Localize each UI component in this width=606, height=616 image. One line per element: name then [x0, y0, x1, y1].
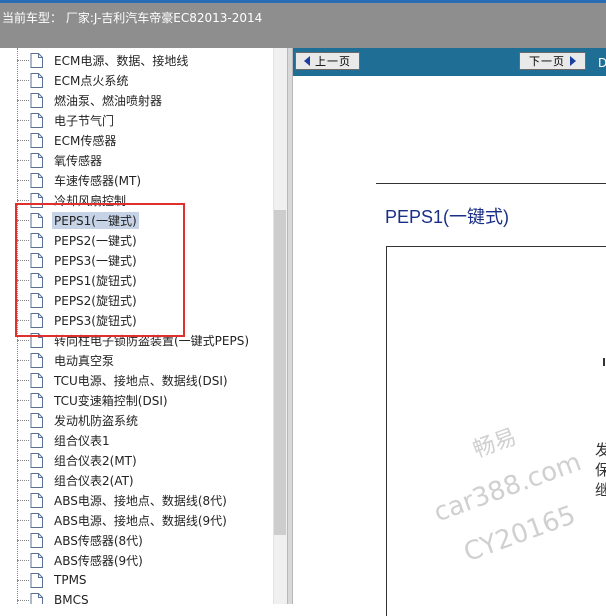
tree-connector [17, 180, 29, 181]
tree-connector [17, 200, 29, 201]
tree-item[interactable]: BMCS [17, 590, 91, 604]
tree-item[interactable]: ABS传感器(9代) [17, 550, 145, 570]
next-page-button[interactable]: 下一页 [519, 52, 586, 70]
tree-connector [17, 440, 29, 441]
tree-item[interactable]: ECM点火系统 [17, 70, 130, 90]
tree-item-label: TPMS [54, 573, 87, 587]
tree-item-label: TCU变速箱控制(DSI) [54, 393, 168, 408]
title-bar: 当前车型： 厂家:J-吉利汽车帝豪EC82013-2014 [0, 0, 606, 48]
tree-item[interactable]: 组合仪表2(AT) [17, 470, 136, 490]
document-icon [30, 352, 43, 368]
document-icon [30, 552, 43, 568]
current-vehicle-title: 当前车型： 厂家:J-吉利汽车帝豪EC82013-2014 [2, 11, 263, 25]
document-icon [30, 72, 43, 88]
tree-connector [17, 500, 29, 501]
tree-connector [17, 600, 29, 601]
tree-item-label: 电动真空泵 [54, 353, 115, 368]
tree-item-label: ABS传感器(9代) [54, 553, 143, 568]
tree-item[interactable]: 电子节气门 [17, 110, 116, 130]
document-icon [30, 112, 43, 128]
tree-item[interactable]: 发动机防盗系统 [17, 410, 140, 430]
tree-connector [17, 560, 29, 561]
document-rule [376, 183, 606, 184]
tree-item[interactable]: ABS电源、接地点、数据线(8代) [17, 490, 229, 510]
tree-connector [17, 360, 29, 361]
tree-item-label: 发动机防盗系统 [54, 413, 139, 428]
tree-connector [17, 480, 29, 481]
tree-connector [17, 60, 29, 61]
tree-item[interactable]: 组合仪表2(MT) [17, 450, 139, 470]
tree-connector [17, 400, 29, 401]
tree-connector [17, 420, 29, 421]
document-icon [30, 392, 43, 408]
tree-item[interactable]: ABS传感器(8代) [17, 530, 145, 550]
document-icon [30, 412, 43, 428]
tree-item[interactable]: TCU电源、接地点、数据线(DSI) [17, 370, 230, 390]
tree-connector [17, 460, 29, 461]
tree-connector [17, 540, 29, 541]
tree-item[interactable]: ABS电源、接地点、数据线(9代) [17, 510, 229, 530]
tree-connector [17, 380, 29, 381]
tree-item-label: BMCS [54, 593, 89, 604]
document-icon [30, 172, 43, 188]
tree-item[interactable]: 组合仪表1 [17, 430, 112, 450]
window-edge [0, 0, 606, 3]
tree-item[interactable]: 燃油泵、燃油喷射器 [17, 90, 164, 110]
tree-connector [17, 580, 29, 581]
tree-item[interactable]: 电动真空泵 [17, 350, 116, 370]
document-icon [30, 532, 43, 548]
document-icon [30, 512, 43, 528]
tree-scrollbar-thumb[interactable] [274, 210, 286, 535]
left-arrow-icon [304, 56, 310, 66]
document-icon [30, 432, 43, 448]
red-highlight-box [15, 203, 185, 337]
tree-connector [17, 120, 29, 121]
diagram-label: 发 保 继 [595, 441, 606, 499]
tree-item-label: ECM传感器 [54, 133, 117, 148]
tree-item-label: 燃油泵、燃油喷射器 [54, 93, 163, 108]
document-icon [30, 472, 43, 488]
document-title: PEPS1(一键式) [385, 207, 510, 227]
document-icon [30, 152, 43, 168]
document-icon [30, 492, 43, 508]
tree-item[interactable]: TPMS [17, 570, 89, 590]
tree-connector [17, 140, 29, 141]
tree-item-label: ECM电源、数据、接地线 [54, 53, 189, 68]
tree-item[interactable]: TCU变速箱控制(DSI) [17, 390, 170, 410]
tree-item-label: 电子节气门 [54, 113, 115, 128]
tree-item-label: ABS传感器(8代) [54, 533, 143, 548]
document-icon [30, 452, 43, 468]
tree-item[interactable]: 车速传感器(MT) [17, 170, 143, 190]
tree-item-label: 组合仪表2(MT) [54, 453, 137, 468]
tree-connector [17, 100, 29, 101]
tree-connector [17, 520, 29, 521]
tree-connector [17, 80, 29, 81]
tree-connector [17, 160, 29, 161]
tree-item-label: ABS电源、接地点、数据线(9代) [54, 513, 227, 528]
document-icon [30, 592, 43, 604]
document-icon [30, 572, 43, 588]
tree-item-label: 车速传感器(MT) [54, 173, 142, 188]
tree-item-label: TCU电源、接地点、数据线(DSI) [54, 373, 228, 388]
next-page-label: 下一页 [529, 55, 565, 68]
tree-item-label: ABS电源、接地点、数据线(8代) [54, 493, 227, 508]
tree-connector [17, 340, 29, 341]
tree-item[interactable]: 氧传感器 [17, 150, 104, 170]
document-icon [30, 132, 43, 148]
document-icon [30, 52, 43, 68]
tree-item-label: 氧传感器 [54, 153, 103, 168]
page-nav-bar: 上一页 下一页 D [293, 48, 606, 76]
diagram-tick [603, 358, 605, 366]
tree-item-label: 组合仪表2(AT) [54, 473, 134, 488]
right-arrow-icon [570, 56, 576, 66]
tree-item[interactable]: ECM传感器 [17, 130, 118, 150]
prev-page-label: 上一页 [315, 55, 351, 68]
prev-page-button[interactable]: 上一页 [295, 52, 360, 70]
tree-item[interactable]: ECM电源、数据、接地线 [17, 50, 190, 70]
nav-extra-text: D [598, 56, 606, 70]
document-icon [30, 372, 43, 388]
tree-item-label: 组合仪表1 [54, 433, 110, 448]
document-icon [30, 92, 43, 108]
tree-item-label: ECM点火系统 [54, 73, 129, 88]
